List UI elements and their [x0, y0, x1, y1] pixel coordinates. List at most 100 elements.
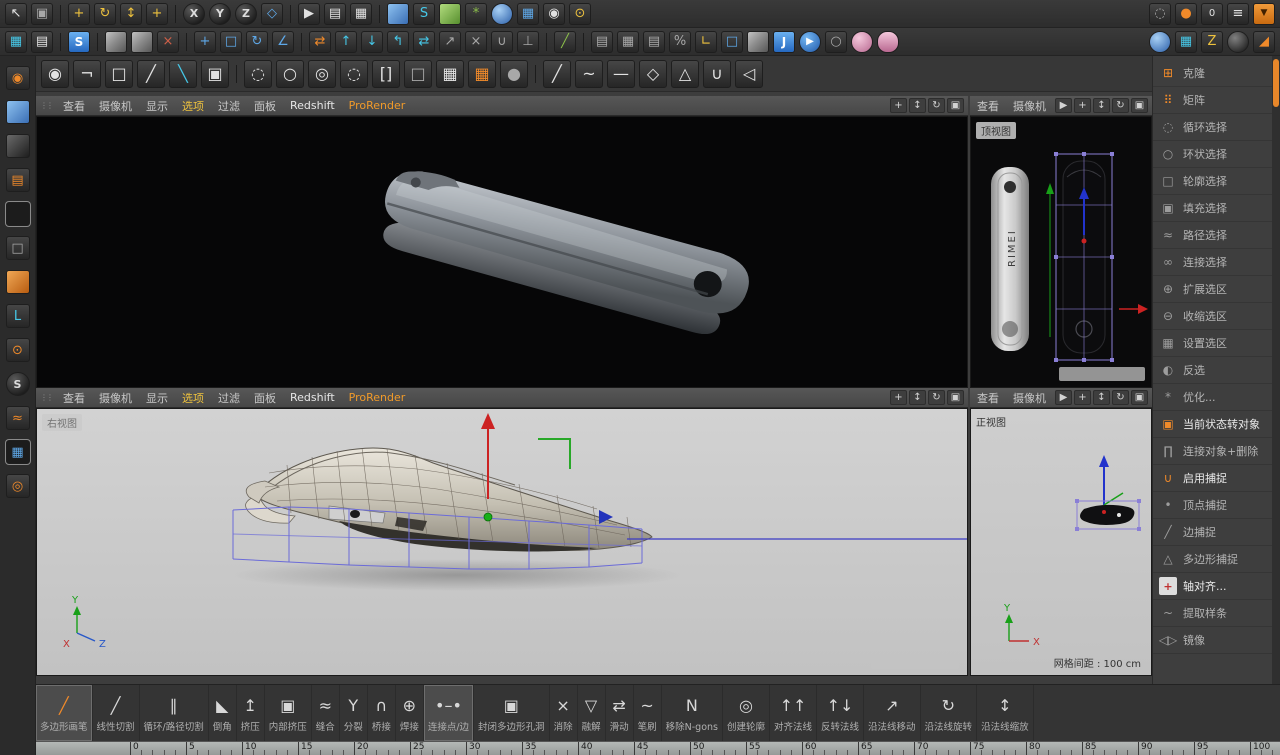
edge-mode-icon[interactable]: ○ — [276, 59, 304, 88]
point-sphere-icon[interactable]: ● — [500, 59, 528, 88]
layer-a-icon[interactable]: ▤ — [591, 30, 613, 53]
swap-axis-icon[interactable]: ⇄ — [309, 30, 331, 53]
scale-cube-icon[interactable]: ▣ — [201, 59, 229, 88]
interactive-region-icon[interactable]: ◌ — [1149, 2, 1171, 25]
frame-counter[interactable]: 0 — [1201, 2, 1223, 25]
cube-small-icon[interactable] — [747, 30, 769, 53]
point-mode-icon[interactable]: ◌ — [244, 59, 272, 88]
menubar-grip-icon[interactable]: ⋮⋮ — [36, 101, 56, 110]
command-item[interactable]: □ 轮廓选择 — [1153, 168, 1272, 195]
grid-uv-icon[interactable]: ▦ — [468, 59, 496, 88]
bottom-tool[interactable]: ↻ 沿法线旋转 — [921, 685, 978, 741]
arrow-cross-icon[interactable]: × — [465, 30, 487, 53]
rotate-tool-icon[interactable]: ↻ — [94, 2, 116, 25]
command-item[interactable]: ∪ 启用捕捉 — [1153, 465, 1272, 492]
command-item[interactable]: ⊖ 收缩选区 — [1153, 303, 1272, 330]
torus-icon[interactable]: ◎ — [5, 474, 30, 498]
render-view-icon[interactable]: ▶ — [298, 2, 320, 25]
bottom-tool[interactable]: N 移除N-gons — [662, 685, 723, 741]
cube-object-icon[interactable] — [105, 30, 127, 53]
right-view-viewport[interactable]: 右视图 Y Z X — [36, 408, 968, 676]
teal-grid-icon[interactable]: ▦ — [1175, 30, 1197, 53]
bottom-tool[interactable]: ▣ 内部挤压 — [265, 685, 312, 741]
rotate-view-icon[interactable]: ↻ — [1112, 390, 1129, 405]
bottom-tool[interactable]: ≈ 缝合 — [312, 685, 340, 741]
front-view-viewport[interactable]: 正视图 网格间距 : 100 cm Y X — [970, 408, 1152, 676]
toggle-view-icon[interactable]: ▣ — [947, 98, 964, 113]
plane-handle[interactable] — [538, 438, 571, 469]
viewport-menu-item[interactable]: 选项 — [175, 390, 211, 406]
pan-view-icon[interactable]: + — [890, 98, 907, 113]
frame-selected-icon[interactable]: □ — [220, 30, 242, 53]
viewport-menu-item[interactable]: 面板 — [247, 98, 283, 114]
layer-b-icon[interactable]: ▦ — [617, 30, 639, 53]
toggle-view-icon[interactable]: ▣ — [1131, 98, 1148, 113]
command-item[interactable]: * 优化... — [1153, 384, 1272, 411]
circle-null-icon[interactable]: ○ — [825, 30, 847, 53]
delete-icon[interactable]: × — [157, 30, 179, 53]
command-item[interactable]: ∞ 连接选择 — [1153, 249, 1272, 276]
pan-view-icon[interactable]: + — [1074, 98, 1091, 113]
protractor-icon[interactable]: ∠ — [272, 30, 294, 53]
model-front-view[interactable] — [1080, 504, 1135, 525]
deform-icon[interactable]: ≈ — [5, 406, 30, 430]
right-view-canvas[interactable]: Y Z X — [37, 409, 968, 676]
cube-green-icon[interactable] — [5, 202, 30, 226]
cut-tool-icon[interactable]: — — [607, 59, 635, 88]
scale-tool-icon[interactable]: ↕ — [120, 2, 142, 25]
render-settings-icon[interactable]: ▦ — [350, 2, 372, 25]
grid-select-icon[interactable]: ▦ — [436, 59, 464, 88]
viewport-menu-item[interactable]: 查看 — [56, 98, 92, 114]
knife-small-icon[interactable]: ╱ — [554, 30, 576, 53]
viewport-menu-item[interactable]: 显示 — [139, 98, 175, 114]
sculpt-s-icon[interactable]: S — [5, 372, 30, 396]
content-browser-icon[interactable]: ▦ — [5, 30, 27, 53]
group-tool-icon[interactable]: △ — [671, 59, 699, 88]
command-item[interactable]: ▣ 当前状态转对象 — [1153, 411, 1272, 438]
spline-pen-icon[interactable]: S — [413, 2, 435, 25]
command-item[interactable]: ▣ 填充选择 — [1153, 195, 1272, 222]
rotate-view-icon[interactable]: ↻ — [928, 98, 945, 113]
cube-outline-icon[interactable]: □ — [5, 236, 30, 260]
viewport-menu-item[interactable]: 摄像机 — [92, 98, 139, 114]
zoom-view-icon[interactable]: ↕ — [909, 390, 926, 405]
bottom-tool[interactable]: ↑↑ 对齐法线 — [770, 685, 818, 741]
dark-sphere-icon[interactable] — [1227, 30, 1249, 53]
command-item[interactable]: + 轴对齐... — [1153, 573, 1272, 600]
cube-blue-icon[interactable] — [5, 100, 30, 124]
mouse-icon[interactable]: ⊙ — [5, 338, 30, 362]
command-item[interactable]: ◁▷ 镜像 — [1153, 627, 1272, 654]
cube-3d-icon[interactable]: ◇ — [639, 59, 667, 88]
scrollbar[interactable] — [1272, 56, 1280, 684]
origin-point-handle[interactable] — [483, 512, 493, 522]
viewport-menu-item[interactable]: ProRender — [342, 99, 413, 112]
snapshot-icon[interactable]: ▣ — [31, 2, 53, 25]
command-item[interactable]: ▦ 设置选区 — [1153, 330, 1272, 357]
console-icon[interactable]: ▤ — [31, 30, 53, 53]
live-selection-icon[interactable]: ↖ — [5, 2, 27, 25]
command-item[interactable]: ~ 提取样条 — [1153, 600, 1272, 627]
menubar-grip-icon[interactable]: ⋮⋮ — [36, 393, 56, 402]
bottom-tool[interactable]: ╱ 线性切割 — [93, 685, 140, 741]
move-frame-icon[interactable]: + — [194, 30, 216, 53]
bottom-tool[interactable]: ∥ 循环/路径切割 — [140, 685, 209, 741]
viewport-menu-item[interactable]: 过滤 — [211, 390, 247, 406]
bottom-tool[interactable]: ~ 笔刷 — [634, 685, 662, 741]
percent-icon[interactable]: % — [669, 30, 691, 53]
array-grid-icon[interactable]: ▦ — [5, 440, 30, 464]
x-axis-lock-icon[interactable]: X — [183, 2, 205, 25]
hook-tool-icon[interactable]: ¬ — [73, 59, 101, 88]
bottom-tool[interactable]: ▽ 融解 — [578, 685, 606, 741]
flash-z-icon[interactable]: Z — [1201, 30, 1223, 53]
viewport-menu-item[interactable]: 面板 — [247, 390, 283, 406]
command-item[interactable]: ⊞ 克隆 — [1153, 60, 1272, 87]
viewport-menu-item[interactable]: Redshift — [283, 391, 342, 404]
light-object-icon[interactable]: ⊙ — [569, 2, 591, 25]
bottom-tool[interactable]: ∩ 桥接 — [368, 685, 396, 741]
bottom-tool[interactable]: ▣ 封闭多边形孔洞 — [474, 685, 550, 741]
volume-builder-icon[interactable]: ▦ — [517, 2, 539, 25]
bottom-tool[interactable]: ↥ 挤压 — [237, 685, 265, 741]
command-item[interactable]: ◐ 反选 — [1153, 357, 1272, 384]
mirror-tool-icon[interactable]: ◁ — [735, 59, 763, 88]
render-region-icon[interactable]: ▤ — [324, 2, 346, 25]
